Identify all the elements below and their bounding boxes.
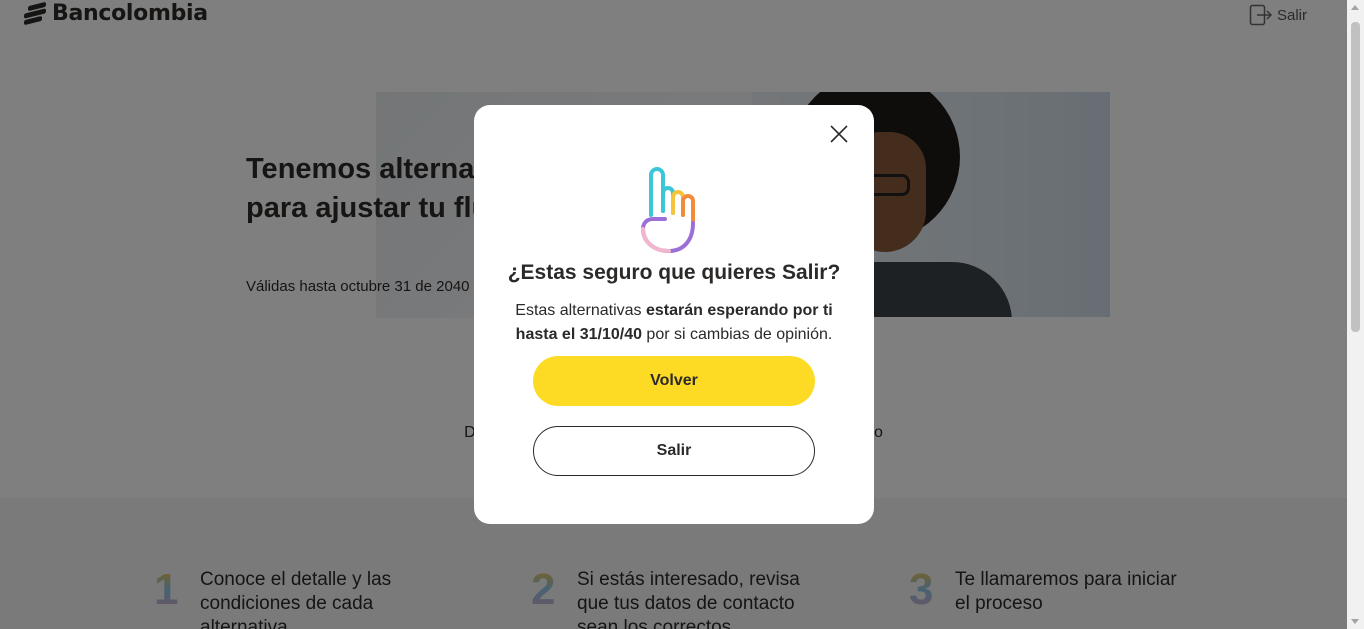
hand-pointing-up-icon <box>640 167 695 254</box>
scrollbar-thumb[interactable] <box>1351 22 1360 332</box>
salir-button[interactable]: Salir <box>533 426 815 476</box>
close-icon <box>830 125 848 143</box>
volver-button[interactable]: Volver <box>533 356 815 406</box>
modal-message-part2: por si cambias de opinión. <box>641 326 833 343</box>
page-scrollbar[interactable] <box>1347 0 1364 629</box>
modal-title: ¿Estas seguro que quieres Salir? <box>507 261 841 284</box>
modal-message-part1: Estas alternativas <box>515 302 646 319</box>
close-button[interactable] <box>828 123 850 145</box>
scroll-down-arrow-icon[interactable] <box>1351 619 1359 624</box>
scroll-up-arrow-icon[interactable] <box>1351 5 1359 10</box>
modal-message: Estas alternativas estarán esperando por… <box>494 299 854 347</box>
exit-confirmation-modal: ¿Estas seguro que quieres Salir? Estas a… <box>474 105 874 524</box>
